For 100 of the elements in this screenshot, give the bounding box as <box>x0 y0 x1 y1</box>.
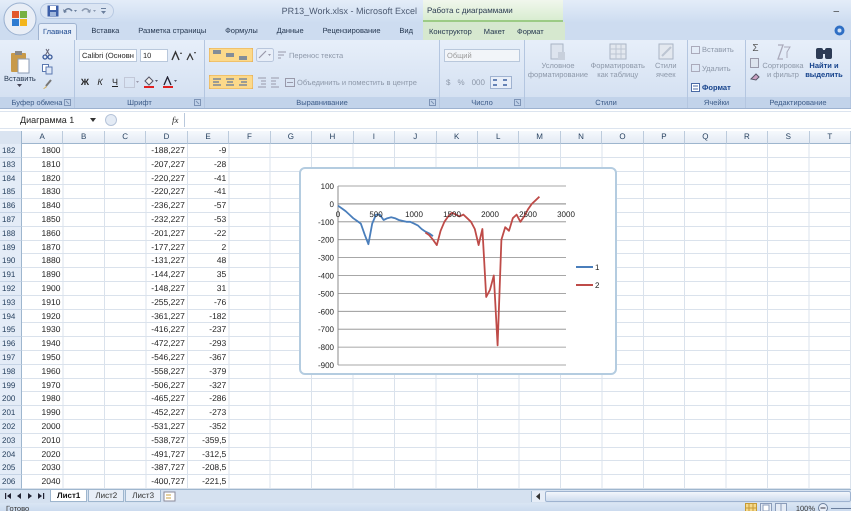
font-shrink-icon[interactable] <box>186 50 197 61</box>
zoom-out-icon[interactable] <box>818 503 828 511</box>
sheet-tab[interactable]: Лист3 <box>125 490 162 502</box>
normal-view-icon[interactable] <box>744 503 757 511</box>
font-color-icon[interactable] <box>162 76 178 88</box>
fill-color-icon[interactable] <box>143 76 159 88</box>
row-header[interactable]: 204 <box>0 448 22 462</box>
row-header[interactable]: 195 <box>0 323 22 338</box>
name-box[interactable]: Диаграмма 1 <box>0 115 100 125</box>
row-header[interactable]: 193 <box>0 296 22 310</box>
row-header[interactable]: 186 <box>0 199 22 214</box>
row-header[interactable]: 200 <box>0 392 22 406</box>
indent-icon[interactable] <box>256 75 282 89</box>
last-sheet-icon[interactable] <box>37 492 45 500</box>
scroll-left-icon[interactable] <box>535 492 542 500</box>
row-header[interactable]: 205 <box>0 461 22 476</box>
customize-icon[interactable] <box>100 7 107 15</box>
row-header[interactable]: 189 <box>0 240 22 255</box>
help-icon[interactable] <box>834 25 845 36</box>
redo-icon[interactable] <box>81 6 97 16</box>
autosum-button[interactable]: Σ <box>752 43 759 54</box>
row-header[interactable]: 187 <box>0 212 22 227</box>
column-header[interactable]: C <box>104 131 146 144</box>
table-cell-text: 1830 <box>40 185 62 198</box>
column-header[interactable]: I <box>354 131 396 144</box>
row-header[interactable]: 202 <box>0 420 22 434</box>
column-header[interactable]: A <box>22 131 64 144</box>
eraser-icon[interactable] <box>750 72 761 81</box>
row-header[interactable]: 184 <box>0 172 22 186</box>
insert-function-button[interactable]: fx <box>172 115 178 125</box>
insert-sheet-icon[interactable] <box>162 490 178 502</box>
row-header[interactable]: 190 <box>0 254 22 268</box>
y-tick-label: -100 <box>318 218 334 227</box>
font-grow-icon[interactable] <box>171 50 183 61</box>
bold-button[interactable]: Ж <box>79 77 91 88</box>
underline-button[interactable]: Ч <box>109 77 121 88</box>
column-header[interactable]: D <box>146 131 188 144</box>
page-layout-icon[interactable] <box>760 503 772 511</box>
row-header[interactable]: 182 <box>0 144 22 158</box>
column-header[interactable]: K <box>436 131 478 144</box>
column-header[interactable]: P <box>644 131 686 144</box>
table-cell-text: -400,727 <box>150 475 186 488</box>
column-header[interactable]: L <box>478 131 520 144</box>
italic-button[interactable]: К <box>94 77 106 88</box>
row-header[interactable]: 196 <box>0 337 22 352</box>
save-icon[interactable] <box>47 5 59 17</box>
page-break-icon[interactable] <box>774 503 787 511</box>
column-header[interactable]: Q <box>685 131 727 144</box>
column-header[interactable]: S <box>768 131 810 144</box>
decimal-icon[interactable] <box>490 76 512 88</box>
column-header[interactable]: O <box>602 131 644 144</box>
column-header[interactable]: F <box>229 131 271 144</box>
column-header[interactable]: B <box>63 131 105 144</box>
row-header[interactable]: 191 <box>0 268 22 282</box>
launcher-icon[interactable] <box>514 99 521 106</box>
orientation-icon[interactable] <box>256 48 274 62</box>
first-sheet-icon[interactable] <box>4 492 12 500</box>
column-header[interactable]: H <box>312 131 354 144</box>
copy-icon[interactable] <box>42 64 53 74</box>
column-header[interactable]: G <box>270 131 312 144</box>
undo-icon[interactable] <box>62 6 78 16</box>
table-cell-text: -177,227 <box>150 240 186 254</box>
align-top-icon[interactable] <box>209 48 253 62</box>
next-sheet-icon[interactable] <box>26 492 34 500</box>
table-cell-text: -148,227 <box>150 282 186 295</box>
sheet-tab[interactable]: Лист2 <box>88 490 124 502</box>
launcher-icon[interactable] <box>194 99 201 106</box>
row-header[interactable]: 194 <box>0 310 22 324</box>
table-cell-text: -312,5 <box>201 448 228 461</box>
launcher-icon[interactable] <box>64 99 71 106</box>
sheet-tab[interactable]: Лист1 <box>50 490 88 502</box>
table-cell-text: 1980 <box>40 392 62 406</box>
row-header[interactable]: 203 <box>0 434 22 448</box>
prev-sheet-icon[interactable] <box>15 492 23 500</box>
row-header[interactable]: 197 <box>0 350 22 365</box>
column-header[interactable]: M <box>519 131 561 144</box>
table-cell-text: 1840 <box>40 199 62 212</box>
column-header[interactable]: N <box>560 131 602 144</box>
column-header[interactable]: R <box>726 131 768 144</box>
row-header[interactable]: 183 <box>0 158 22 172</box>
row-header[interactable]: 198 <box>0 364 22 379</box>
cancel-icon[interactable] <box>105 114 117 126</box>
row-header[interactable]: 199 <box>0 378 22 393</box>
row-header[interactable]: 188 <box>0 226 22 241</box>
brush-icon[interactable] <box>42 78 53 90</box>
table-cell-text: 1910 <box>40 296 62 309</box>
row-header[interactable]: 185 <box>0 185 22 200</box>
column-header[interactable]: E <box>188 131 230 144</box>
row-header[interactable]: 192 <box>0 282 22 296</box>
table-cell-text: -41 <box>212 172 228 185</box>
row-header[interactable]: 206 <box>0 475 22 490</box>
row-header[interactable]: 201 <box>0 406 22 420</box>
column-header[interactable]: T <box>810 131 851 144</box>
column-header[interactable]: J <box>395 131 436 144</box>
launcher-icon[interactable] <box>429 99 436 106</box>
align-left-icon[interactable] <box>209 75 253 89</box>
minimize-button[interactable]: – <box>833 6 839 16</box>
scissors-icon[interactable] <box>42 48 53 60</box>
table-cell-text: -76 <box>212 296 228 309</box>
y-tick-label: 0 <box>330 200 334 209</box>
